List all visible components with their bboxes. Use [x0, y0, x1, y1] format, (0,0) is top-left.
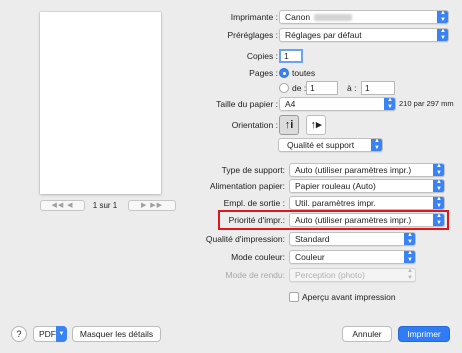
paper-feed-popup[interactable]: Papier rouleau (Auto) ▲ ▼ — [289, 179, 445, 193]
presets-popup[interactable]: Réglages par défaut ▲ ▼ — [279, 28, 449, 42]
output-slot-label: Empl. de sortie : — [223, 198, 285, 208]
pages-from-label: de : — [292, 83, 307, 93]
popup-arrows-icon: ▲ ▼ — [433, 197, 444, 209]
paper-size-label: Taille du papier : — [216, 99, 278, 109]
popup-arrows-icon: ▲ ▼ — [384, 98, 395, 110]
paper-feed-label: Alimentation papier: — [209, 181, 285, 191]
previous-page-icon[interactable]: ◀ — [67, 202, 73, 209]
first-previous-page-buttons[interactable]: ◀◀ ◀ — [40, 200, 85, 211]
pages-to-field[interactable]: 1 — [361, 81, 395, 95]
output-slot-value: Util. paramètres impr. — [295, 198, 376, 208]
popup-arrows-icon: ▲ ▼ — [433, 164, 444, 176]
section-value: Qualité et support — [287, 140, 355, 150]
paper-feed-value: Papier rouleau (Auto) — [295, 181, 376, 191]
paper-size-dimensions: 210 par 297 mm — [399, 99, 454, 108]
color-mode-popup[interactable]: Couleur ▲ ▼ — [289, 250, 416, 264]
printer-popup[interactable]: Canon ▲ ▼ — [279, 10, 449, 24]
pages-from-field[interactable]: 1 — [306, 81, 338, 95]
pages-range-radio[interactable] — [279, 83, 289, 93]
help-button[interactable]: ? — [11, 326, 27, 342]
pages-all-radio[interactable] — [279, 68, 289, 78]
print-quality-value: Standard — [295, 234, 330, 244]
section-popup[interactable]: Qualité et support ▲ ▼ — [278, 138, 383, 152]
help-icon: ? — [16, 329, 22, 339]
render-mode-value: Perception (photo) — [295, 270, 365, 280]
portrait-icon: ↑i — [284, 119, 294, 131]
output-slot-popup[interactable]: Util. paramètres impr. ▲ ▼ — [289, 196, 445, 210]
next-page-icon[interactable]: ▶ — [141, 202, 147, 209]
print-preview-checkbox[interactable] — [289, 292, 299, 302]
orientation-portrait-button[interactable]: ↑i — [279, 115, 299, 135]
support-type-label: Type de support: — [221, 165, 285, 175]
printer-value: Canon — [285, 12, 311, 22]
last-page-icon[interactable]: ▶▶ — [150, 202, 163, 209]
popup-arrows-icon: ▲ ▼ — [437, 11, 448, 23]
pages-label: Pages : — [249, 68, 278, 78]
orientation-label: Orientation : — [231, 120, 278, 130]
printer-name-blurred — [314, 14, 353, 22]
support-type-popup[interactable]: Auto (utiliser paramètres impr.) ▲ ▼ — [289, 163, 445, 177]
print-quality-label: Qualité d'impression: — [205, 234, 285, 244]
support-type-value: Auto (utiliser paramètres impr.) — [295, 165, 412, 175]
popup-arrows-icon: ▲ ▼ — [404, 233, 415, 245]
render-mode-label: Mode de rendu: — [225, 270, 285, 280]
popup-arrows-icon: ▲ ▼ — [407, 268, 413, 281]
presets-value: Réglages par défaut — [285, 30, 362, 40]
popup-arrows-icon: ▲ ▼ — [437, 29, 448, 41]
chevron-down-icon: ▼ — [56, 326, 67, 342]
pages-all-label: toutes — [292, 68, 316, 78]
orientation-landscape-button[interactable]: ↑▸ — [306, 115, 326, 135]
print-quality-popup[interactable]: Standard ▲ ▼ — [289, 232, 416, 246]
color-mode-value: Couleur — [295, 252, 325, 262]
priority-value: Auto (utiliser paramètres impr.) — [295, 215, 412, 225]
printer-label: Imprimante : — [230, 12, 278, 22]
cancel-button[interactable]: Annuler — [342, 326, 392, 342]
popup-arrows-icon: ▲ ▼ — [433, 180, 444, 192]
copies-label: Copies : — [246, 51, 278, 61]
presets-label: Préréglages : — [227, 30, 278, 40]
copies-field[interactable]: 1 — [279, 49, 303, 63]
page-indicator: 1 sur 1 — [92, 201, 118, 210]
print-preview-label: Aperçu avant impression — [302, 292, 396, 302]
color-mode-label: Mode couleur: — [231, 252, 285, 262]
paper-size-popup[interactable]: A4 ▲ ▼ — [279, 97, 396, 111]
pdf-menu-button[interactable]: PDF ▼ — [33, 326, 67, 342]
pages-to-label: à : — [347, 83, 357, 93]
hide-details-button[interactable]: Masquer les détails — [72, 326, 161, 342]
first-page-icon[interactable]: ◀◀ — [51, 202, 64, 209]
paper-size-value: A4 — [285, 99, 296, 109]
popup-arrows-icon: ▲ ▼ — [404, 251, 415, 263]
print-button[interactable]: Imprimer — [398, 326, 450, 342]
page-preview — [40, 12, 161, 194]
priority-popup[interactable]: Auto (utiliser paramètres impr.) ▲ ▼ — [289, 213, 445, 227]
render-mode-popup: Perception (photo) ▲ ▼ — [289, 268, 416, 282]
pdf-label: PDF — [39, 329, 56, 339]
popup-arrows-icon: ▲ ▼ — [433, 214, 444, 226]
next-last-page-buttons[interactable]: ▶ ▶▶ — [128, 200, 176, 211]
popup-arrows-icon: ▲ ▼ — [371, 139, 382, 151]
landscape-icon: ↑▸ — [310, 119, 322, 131]
priority-label: Priorité d'impr.: — [228, 215, 285, 225]
